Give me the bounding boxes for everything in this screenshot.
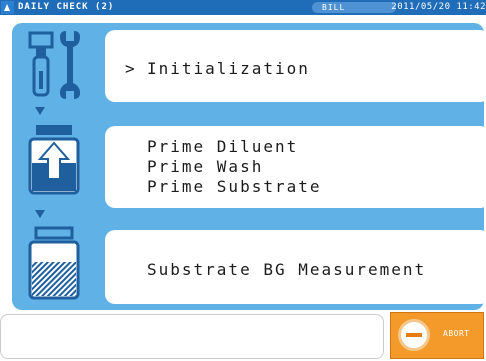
step-label: Prime Diluent: [147, 137, 299, 156]
step-label: Substrate BG Measurement: [147, 260, 427, 279]
abort-label: ABORT: [443, 329, 470, 338]
app-icon: [1, 1, 14, 14]
step-arrow: [35, 107, 45, 115]
step-label: Prime Substrate: [147, 177, 322, 196]
stop-icon: [398, 319, 430, 351]
title-bar: DAILY CHECK (2) BILL 2011/05/20 11:42: [0, 0, 486, 15]
step-label: Prime Wash: [147, 157, 264, 176]
bottle-measure-icon: [28, 226, 80, 300]
user-badge: BILL: [312, 2, 396, 13]
abort-button[interactable]: ABORT: [390, 312, 484, 359]
step-card-initialization[interactable]: > Initialization: [105, 30, 486, 102]
step-arrow: [35, 210, 45, 218]
page-title: DAILY CHECK (2): [18, 2, 115, 12]
step-card-substrate-bg[interactable]: Substrate BG Measurement: [105, 230, 486, 304]
datetime-display: 2011/05/20 11:42: [391, 2, 486, 12]
daily-check-panel: > Initialization Prime Diluent Prime Was…: [12, 23, 486, 310]
current-step-marker: >: [125, 59, 137, 78]
tools-icon: [28, 31, 80, 99]
bottle-fill-icon: [28, 125, 80, 195]
message-field: [0, 314, 384, 359]
step-label: Initialization: [147, 59, 310, 78]
step-card-prime[interactable]: Prime Diluent Prime Wash Prime Substrate: [105, 126, 486, 208]
